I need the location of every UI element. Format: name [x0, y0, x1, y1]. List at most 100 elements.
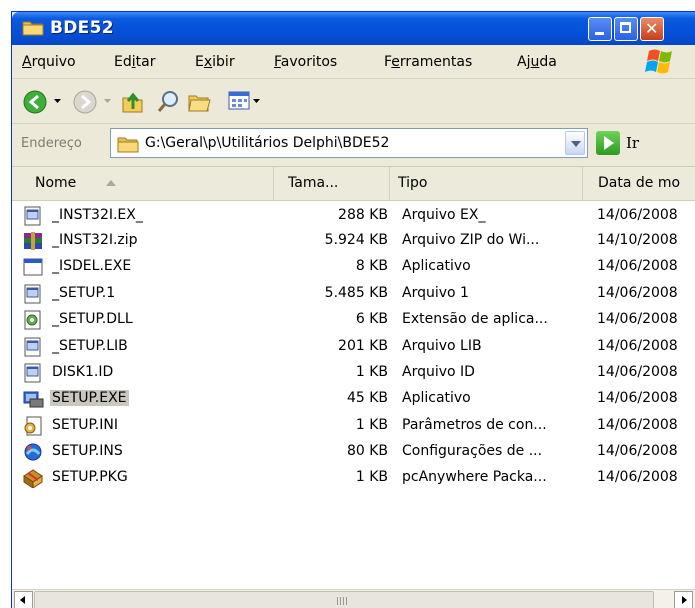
file-size: 8 KB: [355, 258, 388, 274]
close-button[interactable]: [640, 17, 664, 41]
file-type: pcAnywhere Packa...: [402, 469, 547, 485]
file-name: _ISDEL.EXE: [52, 258, 132, 274]
go-arrow-icon[interactable]: [596, 131, 620, 155]
list-item[interactable]: SETUP.INI 1 KB Parâmetros de con... 14/0…: [12, 413, 695, 439]
generic-file-icon: [24, 337, 41, 357]
list-item[interactable]: _INST32I.zip 5.924 KB Arquivo ZIP do Wi.…: [12, 228, 695, 254]
file-date: 14/06/2008: [597, 207, 678, 223]
scroll-thumb[interactable]: [34, 591, 654, 608]
scroll-left-button[interactable]: [14, 591, 33, 608]
folder-icon: [22, 21, 44, 36]
file-date: 14/06/2008: [597, 364, 678, 380]
file-name: _SETUP.1: [52, 285, 116, 301]
dropdown-icon[interactable]: [253, 97, 261, 105]
file-size: 5.485 KB: [324, 285, 388, 301]
search-icon[interactable]: [157, 89, 181, 115]
file-name: DISK1.ID: [52, 364, 114, 380]
package-icon: [23, 469, 43, 488]
title-bar[interactable]: BDE52: [12, 12, 695, 45]
folder-icon: [117, 137, 139, 153]
file-size: 288 KB: [338, 207, 388, 223]
list-item-selected[interactable]: SETUP.EXE 45 KB Aplicativo 14/06/2008: [12, 386, 695, 412]
file-date: 14/06/2008: [597, 443, 678, 459]
menu-bar: Arquivo Editar Exibir Favoritos Ferramen…: [12, 45, 695, 79]
list-item[interactable]: _SETUP.1 5.485 KB Arquivo 1 14/06/2008: [12, 281, 695, 307]
file-date: 14/10/2008: [597, 232, 678, 248]
dropdown-icon[interactable]: [104, 97, 112, 105]
window-title: BDE52: [50, 18, 114, 38]
address-path: G:\Geral\p\Utilitários Delphi\BDE52: [145, 135, 390, 151]
column-headers: Nome Tama... Tipo Data de mo: [12, 167, 695, 201]
toolbar: [12, 79, 695, 124]
file-date: 14/06/2008: [597, 338, 678, 354]
file-type: Parâmetros de con...: [402, 417, 547, 433]
file-size: 6 KB: [355, 311, 388, 327]
address-bar: Endereço G:\Geral\p\Utilitários Delphi\B…: [12, 124, 695, 167]
horizontal-scrollbar[interactable]: [12, 589, 695, 608]
file-date: 14/06/2008: [597, 285, 678, 301]
up-folder-icon[interactable]: [120, 89, 146, 115]
file-name: SETUP.EXE: [50, 390, 129, 406]
file-type: Configurações de ...: [402, 443, 543, 459]
column-header-size[interactable]: Tama...: [274, 167, 390, 200]
list-item[interactable]: _ISDEL.EXE 8 KB Aplicativo 14/06/2008: [12, 254, 695, 280]
generic-file-icon: [24, 363, 41, 383]
windows-logo-icon: [645, 49, 672, 74]
file-name: SETUP.INS: [52, 443, 123, 459]
file-size: 80 KB: [346, 443, 388, 459]
list-item[interactable]: SETUP.PKG 1 KB pcAnywhere Packa... 14/06…: [12, 465, 695, 491]
file-size: 201 KB: [338, 338, 388, 354]
list-item[interactable]: _INST32I.EX_ 288 KB Arquivo EX_ 14/06/20…: [12, 203, 695, 229]
explorer-window: BDE52 Arquivo Editar Exibir Favoritos Fe…: [11, 11, 695, 608]
forward-icon[interactable]: [72, 89, 98, 115]
list-item[interactable]: DISK1.ID 1 KB Arquivo ID 14/06/2008: [12, 360, 695, 386]
file-date: 14/06/2008: [597, 469, 678, 485]
file-date: 14/06/2008: [597, 390, 678, 406]
menu-ferramentas[interactable]: Ferramentas: [384, 54, 472, 70]
back-icon[interactable]: [22, 89, 48, 115]
file-size: 45 KB: [346, 390, 388, 406]
address-input[interactable]: G:\Geral\p\Utilitários Delphi\BDE52: [110, 128, 588, 158]
file-type: Aplicativo: [402, 258, 471, 274]
installshield-icon: [24, 443, 42, 461]
menu-ajuda[interactable]: Ajuda: [517, 54, 557, 70]
menu-editar[interactable]: Editar: [114, 54, 155, 70]
maximize-button[interactable]: [614, 17, 638, 41]
file-size: 1 KB: [355, 469, 388, 485]
file-type: Arquivo EX_: [402, 207, 486, 223]
list-item[interactable]: SETUP.INS 80 KB Configurações de ... 14/…: [12, 439, 695, 465]
sort-ascending-icon: [106, 180, 116, 186]
file-date: 14/06/2008: [597, 311, 678, 327]
folders-icon[interactable]: [186, 89, 212, 115]
file-type: Arquivo ZIP do Wi...: [402, 232, 540, 248]
file-name: SETUP.PKG: [52, 469, 128, 485]
setup-exe-icon: [23, 391, 44, 408]
views-icon[interactable]: [227, 89, 251, 113]
application-icon: [23, 258, 43, 276]
address-label: Endereço: [21, 136, 82, 151]
file-name: _SETUP.LIB: [52, 338, 128, 354]
settings-file-icon: [24, 416, 42, 436]
list-item[interactable]: _SETUP.DLL 6 KB Extensão de aplica... 14…: [12, 307, 695, 333]
address-dropdown-button[interactable]: [565, 131, 585, 155]
column-header-type[interactable]: Tipo: [390, 167, 583, 200]
winrar-archive-icon: [24, 232, 42, 250]
file-date: 14/06/2008: [597, 417, 678, 433]
column-header-date[interactable]: Data de mo: [583, 167, 695, 200]
file-type: Arquivo ID: [402, 364, 475, 380]
list-item[interactable]: _SETUP.LIB 201 KB Arquivo LIB 14/06/2008: [12, 334, 695, 360]
column-header-name[interactable]: Nome: [12, 167, 274, 200]
file-type: Extensão de aplica...: [402, 311, 548, 327]
dropdown-icon[interactable]: [54, 97, 62, 105]
file-size: 1 KB: [355, 364, 388, 380]
go-button-label[interactable]: Ir: [626, 134, 639, 152]
file-size: 5.924 KB: [324, 232, 388, 248]
scroll-right-button[interactable]: [674, 591, 693, 608]
menu-arquivo[interactable]: Arquivo: [22, 54, 76, 70]
minimize-button[interactable]: [588, 17, 612, 41]
file-date: 14/06/2008: [597, 258, 678, 274]
grip-icon: [337, 597, 347, 605]
menu-favoritos[interactable]: Favoritos: [274, 54, 337, 70]
file-type: Arquivo 1: [402, 285, 469, 301]
menu-exibir[interactable]: Exibir: [195, 54, 235, 70]
